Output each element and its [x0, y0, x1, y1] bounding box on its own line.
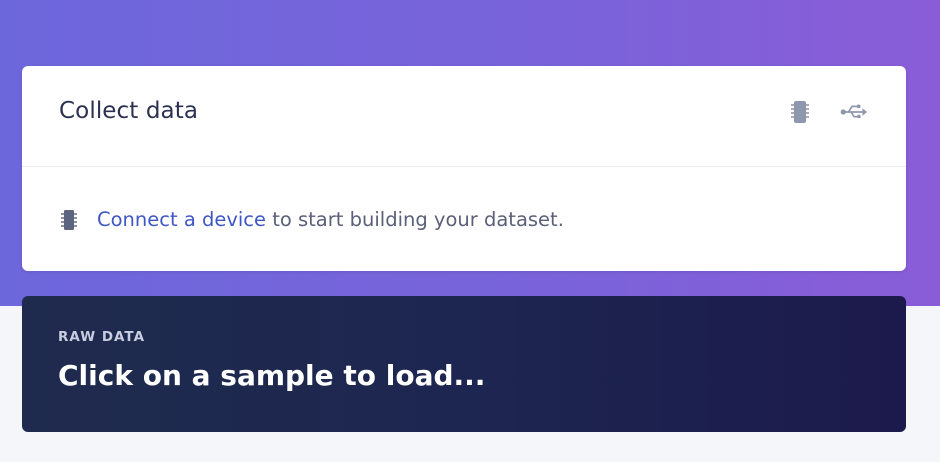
collect-data-title: Collect data [59, 98, 199, 124]
device-chip-button[interactable] [786, 99, 814, 125]
chip-icon [791, 101, 809, 123]
collect-data-body: Connect a device to start building your … [22, 167, 906, 271]
connect-device-message: Connect a device to start building your … [59, 208, 564, 231]
raw-data-title: Click on a sample to load... [58, 359, 486, 392]
chip-icon [59, 209, 79, 231]
usb-icon [840, 104, 868, 119]
connect-device-link[interactable]: Connect a device [97, 208, 266, 231]
collect-data-header: Collect data [22, 66, 906, 167]
collect-data-card: Collect data Connect a device to start b… [22, 66, 906, 271]
raw-data-card: RAW DATA Click on a sample to load... [22, 296, 906, 432]
connect-device-text: to start building your dataset. [266, 208, 564, 231]
usb-connect-button[interactable] [840, 99, 868, 125]
header-icons [786, 99, 868, 125]
page: Collect data Connect a device to start b… [0, 0, 940, 462]
raw-data-label: RAW DATA [58, 329, 146, 345]
